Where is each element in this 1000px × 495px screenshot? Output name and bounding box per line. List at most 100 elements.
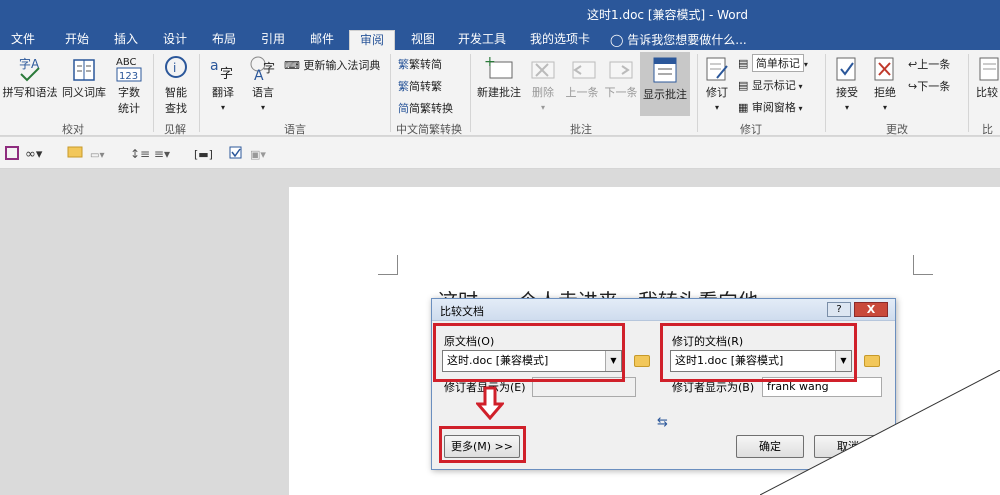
delete-comment-icon bbox=[531, 61, 555, 79]
tab-developer[interactable]: 开发工具 bbox=[452, 30, 512, 50]
group-comments: 批注 bbox=[570, 123, 592, 136]
group-separator bbox=[470, 54, 471, 132]
convert-icon: 简 bbox=[398, 102, 409, 115]
spacing-icon[interactable]: ↕≡ ≡▾ bbox=[130, 147, 170, 161]
markup-icon: ▤ bbox=[738, 57, 749, 70]
tell-me-box[interactable]: ◯ 告诉我您想要做什么... bbox=[610, 31, 747, 48]
delete-comment-button[interactable]: 删除 ▾ bbox=[526, 54, 560, 113]
group-changes: 更改 bbox=[886, 123, 908, 136]
group-tracking: 修订 bbox=[740, 123, 762, 136]
group-proofing: 校对 bbox=[62, 123, 84, 136]
update-ime-button[interactable]: ⌨ 更新输入法词典 bbox=[284, 57, 380, 73]
tell-me-text: 告诉我您想要做什么... bbox=[627, 33, 747, 47]
macro-icon[interactable]: ▭▾ bbox=[90, 150, 104, 161]
review-pane-label: 审阅窗格 bbox=[751, 101, 796, 114]
to-traditional-label: 简转繁 bbox=[409, 80, 442, 93]
highlight-original-box bbox=[433, 323, 625, 382]
link-icon[interactable]: ∞▾ bbox=[25, 147, 43, 162]
previous-change-button[interactable]: ↩上一条 bbox=[908, 56, 950, 72]
abc-123-icon: ABC 123 bbox=[116, 57, 142, 82]
title-bar: 这时1.doc [兼容模式] - Word bbox=[0, 0, 1000, 28]
review-pane-button[interactable]: ▦ 审阅窗格 ▾ bbox=[738, 99, 802, 115]
translate-button[interactable]: a字 翻译 ▾ bbox=[204, 54, 242, 113]
smart-lookup-label-1: 智能 bbox=[165, 86, 187, 99]
markup-mode-dropdown[interactable]: ▤ 简单标记 ▾ bbox=[738, 54, 808, 72]
magnifier-icon: i bbox=[165, 56, 187, 78]
show-markup-icon: ▤ bbox=[738, 79, 749, 92]
language-button[interactable]: A字 语言 ▾ bbox=[244, 54, 282, 113]
next-comment-button[interactable]: 下一条 bbox=[602, 54, 640, 100]
previous-change-icon: ↩ bbox=[908, 58, 918, 71]
language-icon: A字 bbox=[250, 56, 275, 84]
swap-documents-icon[interactable]: ⇆ bbox=[657, 415, 668, 430]
traditional-icon: 繁 bbox=[398, 80, 409, 93]
spelling-grammar-button[interactable]: 字A 拼写和语法 bbox=[2, 54, 58, 100]
ribbon-tabs: 文件 开始 插入 设计 布局 引用 邮件 审阅 视图 开发工具 我的选项卡 ◯ … bbox=[0, 28, 1000, 50]
tab-review[interactable]: 审阅 bbox=[349, 30, 395, 50]
to-traditional-button[interactable]: 繁简转繁 bbox=[398, 78, 442, 94]
group-insights: 见解 bbox=[164, 123, 186, 136]
svg-text:ABC: ABC bbox=[116, 57, 137, 68]
bracket-icon[interactable]: [▬] bbox=[194, 148, 213, 161]
picture-icon[interactable]: ▣▾ bbox=[250, 148, 266, 161]
compare-icon bbox=[979, 57, 999, 81]
group-separator bbox=[697, 54, 698, 132]
book-icon bbox=[73, 59, 95, 81]
reject-label: 拒绝 bbox=[874, 86, 896, 99]
previous-comment-button[interactable]: 上一条 bbox=[562, 54, 602, 100]
show-markup-label: 显示标记 bbox=[751, 79, 796, 92]
word-count-button[interactable]: ABC 123 字数 统计 bbox=[112, 54, 146, 116]
save-icon[interactable] bbox=[5, 146, 19, 160]
svg-text:a: a bbox=[210, 58, 219, 74]
folder-icon[interactable] bbox=[67, 146, 83, 158]
ribbon: 字A 拼写和语法 同义词库 ABC 123 字数 统计 校对 i 智能 查找 见解… bbox=[0, 50, 1000, 152]
show-comments-button[interactable]: 显示批注 bbox=[640, 52, 690, 116]
compare-button[interactable]: 比较 bbox=[974, 54, 1000, 100]
help-button[interactable]: ? bbox=[827, 302, 851, 317]
track-changes-button[interactable]: 修订 ▾ bbox=[700, 54, 734, 113]
accept-button[interactable]: 接受 ▾ bbox=[830, 54, 864, 113]
accept-label: 接受 bbox=[836, 86, 858, 99]
reject-button[interactable]: 拒绝 ▾ bbox=[868, 54, 902, 113]
quick-access-toolbar: ∞▾ ▭▾ ↕≡ ≡▾ [▬] ▣▾ bbox=[0, 137, 1000, 169]
svg-text:字: 字 bbox=[263, 60, 275, 75]
accept-icon bbox=[836, 57, 856, 81]
tab-file[interactable]: 文件 bbox=[4, 30, 42, 50]
spell-check-icon: 字A bbox=[19, 56, 40, 82]
smart-lookup-label-2: 查找 bbox=[165, 102, 187, 115]
show-markup-button[interactable]: ▤ 显示标记 ▾ bbox=[738, 77, 802, 93]
next-change-button[interactable]: ↪下一条 bbox=[908, 78, 950, 94]
convert-button[interactable]: 简简繁转换 bbox=[398, 100, 453, 116]
smart-lookup-button[interactable]: i 智能 查找 bbox=[158, 54, 194, 116]
tab-design[interactable]: 设计 bbox=[156, 30, 194, 50]
tab-view[interactable]: 视图 bbox=[404, 30, 442, 50]
new-comment-label: 新建批注 bbox=[477, 86, 521, 99]
simplified-icon: 繁 bbox=[398, 58, 409, 71]
tab-insert[interactable]: 插入 bbox=[107, 30, 145, 50]
show-comments-label: 显示批注 bbox=[643, 88, 687, 101]
language-label: 语言 bbox=[252, 86, 274, 99]
group-separator bbox=[390, 54, 391, 132]
review-pane-icon: ▦ bbox=[738, 101, 749, 114]
close-button[interactable]: X bbox=[854, 302, 888, 317]
browse-revised-folder-icon[interactable] bbox=[864, 355, 880, 367]
page-corner-mark bbox=[913, 255, 933, 275]
dialog-title-bar[interactable]: 比较文档 ? X bbox=[432, 299, 895, 321]
markup-mode-value: 简单标记 bbox=[751, 54, 804, 72]
tab-home[interactable]: 开始 bbox=[58, 30, 96, 50]
track-changes-icon bbox=[706, 57, 728, 81]
update-ime-label: 更新输入法词典 bbox=[303, 59, 381, 72]
reject-icon bbox=[874, 57, 894, 81]
tab-mailings[interactable]: 邮件 bbox=[303, 30, 341, 50]
translate-label: 翻译 bbox=[212, 86, 234, 99]
new-comment-button[interactable]: + 新建批注 bbox=[474, 54, 524, 100]
delete-label: 删除 bbox=[532, 86, 554, 99]
group-separator bbox=[153, 54, 154, 132]
tab-layout[interactable]: 布局 bbox=[205, 30, 243, 50]
thesaurus-button[interactable]: 同义词库 bbox=[60, 54, 108, 100]
page-corner-mark bbox=[378, 255, 398, 275]
tab-my-tab[interactable]: 我的选项卡 bbox=[524, 30, 596, 50]
tab-references[interactable]: 引用 bbox=[254, 30, 292, 50]
to-simplified-button[interactable]: 繁繁转简 bbox=[398, 56, 442, 72]
browse-original-folder-icon[interactable] bbox=[634, 355, 650, 367]
